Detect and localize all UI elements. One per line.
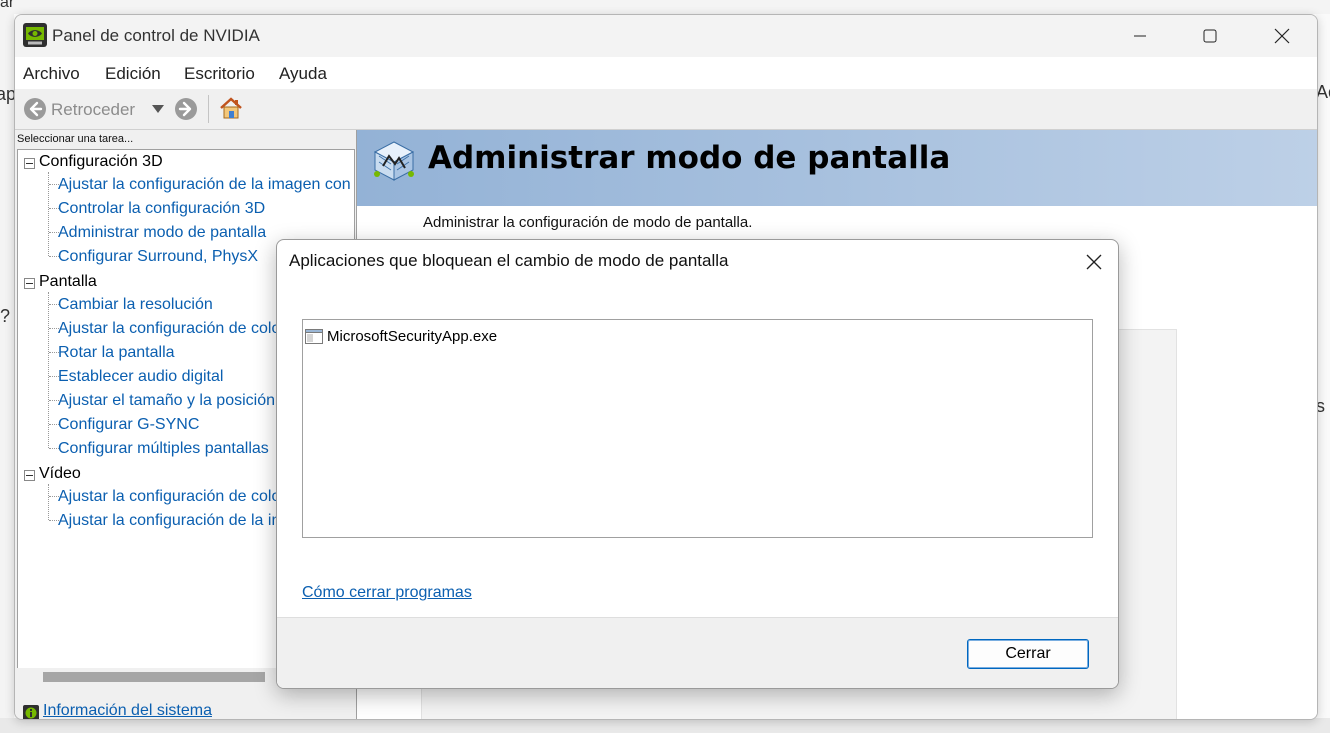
system-info-link[interactable]: Información del sistema	[43, 702, 212, 719]
minimize-button[interactable]	[1105, 15, 1175, 57]
task-panel-label: Seleccionar una tarea...	[17, 133, 134, 145]
tree-item-video-color[interactable]: Ajustar la configuración de colo	[58, 488, 280, 506]
collapse-toggle-3d[interactable]	[24, 158, 35, 169]
tree-item-video-imagen[interactable]: Ajustar la configuración de la in	[58, 512, 280, 530]
close-window-button[interactable]	[1247, 15, 1317, 57]
tree-item-surround-physx[interactable]: Configurar Surround, PhysX	[58, 248, 258, 266]
list-item-label: MicrosoftSecurityApp.exe	[327, 327, 498, 345]
application-window-icon	[305, 328, 323, 344]
list-item[interactable]: MicrosoftSecurityApp.exe	[305, 326, 497, 346]
close-icon	[1086, 254, 1102, 270]
tree-item-cambiar-resolucion[interactable]: Cambiar la resolución	[58, 296, 213, 314]
collapse-toggle-pantalla[interactable]	[24, 278, 35, 289]
tree-item-ajustar-color[interactable]: Ajustar la configuración de colo	[58, 320, 280, 338]
tree-item-tamano-posicion[interactable]: Ajustar el tamaño y la posición	[58, 392, 275, 410]
home-icon[interactable]	[218, 95, 244, 121]
maximize-button[interactable]	[1175, 15, 1245, 57]
page-title: Administrar modo de pantalla	[428, 140, 951, 176]
menu-escritorio[interactable]: Escritorio	[184, 64, 255, 84]
display-mode-icon	[373, 141, 415, 181]
collapse-toggle-video[interactable]	[24, 470, 35, 481]
system-info-icon	[23, 705, 39, 719]
tree-item-ajustar-imagen[interactable]: Ajustar la configuración de la imagen co…	[58, 176, 351, 194]
dialog-title: Aplicaciones que bloquean el cambio de m…	[289, 251, 729, 270]
tree-item-administrar-modo[interactable]: Administrar modo de pantalla	[58, 224, 266, 242]
nvidia-logo-icon	[23, 23, 47, 47]
menu-archivo[interactable]: Archivo	[23, 64, 80, 84]
minimize-icon	[1134, 35, 1146, 37]
maximize-icon	[1203, 29, 1217, 43]
page-header-banner: Administrar modo de pantalla	[357, 130, 1317, 206]
background-window-left	[0, 14, 14, 733]
back-button-label[interactable]: Retroceder	[51, 100, 135, 120]
tree-item-multiples-pantallas[interactable]: Configurar múltiples pantallas	[58, 440, 269, 458]
tree-category-3d[interactable]: Configuración 3D	[39, 153, 163, 171]
background-text-fragment: ar	[0, 0, 15, 11]
background-taskbar-area	[0, 718, 1330, 733]
window-title: Panel de control de NVIDIA	[52, 26, 260, 45]
close-dialog-button[interactable]: Cerrar	[967, 639, 1089, 669]
back-arrow-icon[interactable]	[23, 97, 47, 121]
tree-category-pantalla[interactable]: Pantalla	[39, 273, 97, 291]
tree-item-g-sync[interactable]: Configurar G-SYNC	[58, 416, 199, 434]
back-dropdown-chevron-icon[interactable]	[152, 105, 164, 113]
tree-connector	[48, 484, 49, 520]
dialog-close-button[interactable]	[1070, 240, 1118, 284]
background-text-fragment: ?	[0, 306, 11, 326]
toolbar: Retroceder	[15, 89, 1317, 130]
blocking-apps-dialog: Aplicaciones que bloquean el cambio de m…	[276, 239, 1119, 689]
background-window-right	[1316, 14, 1330, 733]
background-window-strip	[0, 0, 1330, 14]
toolbar-divider	[208, 95, 209, 123]
tree-item-controlar-3d[interactable]: Controlar la configuración 3D	[58, 200, 265, 218]
page-description: Administrar la configuración de modo de …	[423, 214, 753, 231]
blocking-apps-list[interactable]: MicrosoftSecurityApp.exe	[302, 319, 1093, 538]
menu-edicion[interactable]: Edición	[105, 64, 161, 84]
how-to-close-programs-link[interactable]: Cómo cerrar programas	[302, 584, 472, 602]
background-text-fragment: Ac	[1316, 82, 1330, 102]
tree-category-video[interactable]: Vídeo	[39, 465, 81, 483]
tree-item-audio-digital[interactable]: Establecer audio digital	[58, 368, 223, 386]
title-bar[interactable]: Panel de control de NVIDIA	[15, 15, 1317, 57]
menu-ayuda[interactable]: Ayuda	[279, 64, 327, 84]
tree-item-rotar-pantalla[interactable]: Rotar la pantalla	[58, 344, 175, 362]
close-icon	[1274, 28, 1290, 44]
forward-arrow-icon[interactable]	[174, 97, 198, 121]
scrollbar-thumb[interactable]	[43, 672, 265, 682]
dialog-footer: Cerrar	[277, 617, 1118, 688]
menu-bar: Archivo Edición Escritorio Ayuda	[15, 57, 1317, 90]
